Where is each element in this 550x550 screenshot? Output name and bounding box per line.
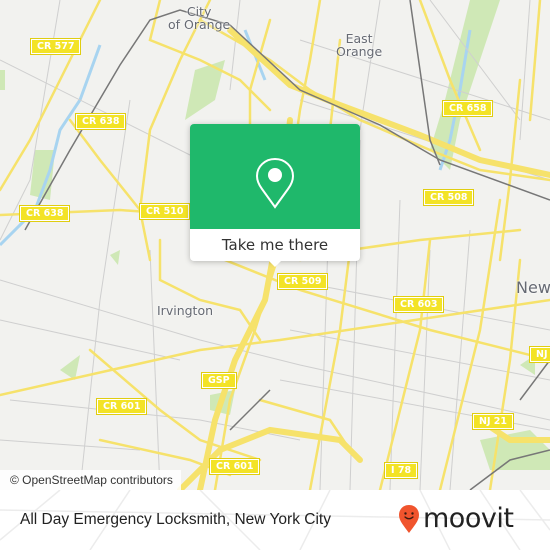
moovit-face-pin-icon [399, 505, 419, 533]
road-shield-cr-577: CR 577 [29, 38, 82, 55]
take-me-there-button[interactable]: Take me there [190, 229, 360, 261]
road-shield-cr-601: CR 601 [208, 458, 261, 475]
moovit-wordmark: moovit [423, 503, 514, 534]
location-popup: Take me there [190, 124, 360, 267]
popup-header [190, 124, 360, 229]
road-shield-cr-509: CR 509 [276, 273, 329, 290]
road-shield-cr-510: CR 510 [138, 203, 191, 220]
road-shield-cr-638: CR 638 [74, 113, 127, 130]
road-shield-cr-601: CR 601 [95, 398, 148, 415]
footer: All Day Emergency Locksmith, New York Ci… [0, 490, 550, 550]
place-label-irvington: Irvington [157, 304, 213, 317]
road-shield-cr-603: CR 603 [392, 296, 445, 313]
place-title: All Day Emergency Locksmith, New York Ci… [20, 511, 331, 528]
map[interactable]: City of Orange East Orange Irvington New… [0, 0, 550, 490]
road-shield-cr-658: CR 658 [441, 100, 494, 117]
map-attribution[interactable]: © OpenStreetMap contributors [0, 470, 181, 490]
place-label-newark: New [516, 279, 550, 296]
road-shield-i-78: I 78 [383, 462, 419, 479]
place-label-city-of-orange: City of Orange [168, 5, 230, 31]
place-label-line: Irvington [157, 303, 214, 318]
road-shield-nj-21: NJ 21 [471, 413, 515, 430]
place-label-east-orange: East Orange [336, 32, 382, 58]
road-shield-cr-508: CR 508 [422, 189, 475, 206]
popup-pointer [267, 259, 283, 267]
place-label-line: Orange [336, 44, 383, 59]
moovit-logo[interactable]: moovit [398, 503, 514, 534]
place-label-line: of Orange [168, 17, 231, 32]
location-pin-icon [255, 157, 295, 209]
road-shield-nj: NJ [529, 346, 550, 363]
road-shield-cr-638: CR 638 [18, 205, 71, 222]
place-label-line: New [516, 278, 550, 297]
road-shield-gsp: GSP [201, 372, 237, 389]
